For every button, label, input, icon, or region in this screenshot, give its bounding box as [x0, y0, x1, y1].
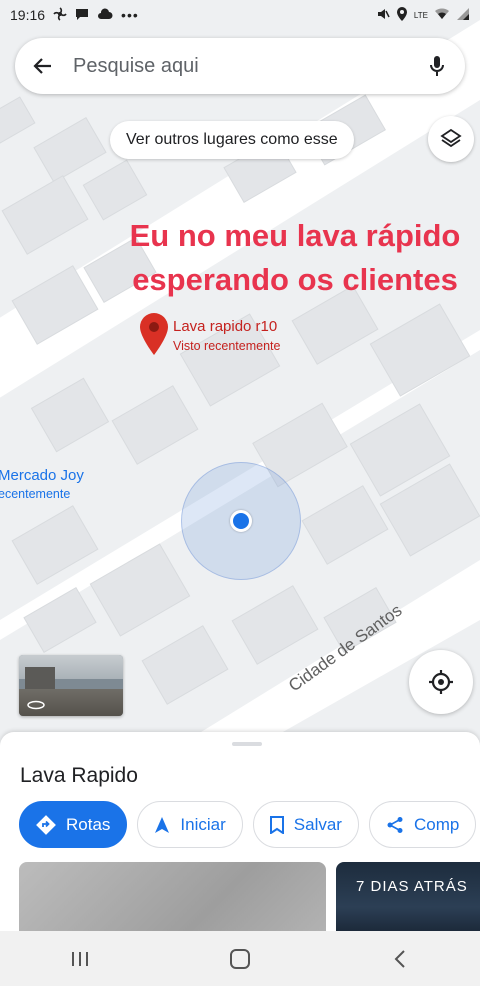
crosshair-icon — [429, 670, 453, 694]
status-bar: 19:16 ••• LTE — [0, 0, 480, 30]
save-button[interactable]: Salvar — [252, 801, 359, 848]
map-canvas[interactable] — [0, 0, 480, 745]
recent-apps-icon[interactable] — [50, 939, 110, 979]
back-arrow-icon[interactable] — [31, 54, 55, 78]
system-navigation-bar — [0, 931, 480, 986]
caption-line-1: Eu no meu lava rápido — [129, 218, 461, 253]
save-label: Salvar — [293, 814, 342, 834]
my-location-button[interactable] — [409, 650, 473, 714]
pin-subtitle: Visto recentemente — [173, 339, 281, 353]
rotate-360-icon — [27, 700, 45, 710]
start-label: Iniciar — [180, 814, 226, 834]
my-location-dot[interactable] — [230, 510, 252, 532]
bookmark-icon — [269, 815, 284, 834]
microphone-icon[interactable] — [425, 54, 449, 78]
overlay-caption: Eu no meu lava rápido esperando os clien… — [110, 214, 480, 302]
search-bar[interactable]: Pesquise aqui — [15, 38, 465, 94]
layers-icon — [440, 128, 462, 148]
poi-sublabel: ecentemente — [0, 487, 71, 501]
place-photo-recent[interactable]: 7 DIAS ATRÁS — [336, 862, 480, 937]
poi-label[interactable]: Mercado Joy — [0, 467, 84, 484]
photo-age-badge: 7 DIAS ATRÁS — [356, 878, 468, 895]
home-icon[interactable] — [210, 939, 270, 979]
place-title: Lava Rapido — [20, 764, 138, 787]
photo-strip[interactable]: 7 DIAS ATRÁS — [19, 862, 480, 937]
map-background — [0, 0, 480, 745]
place-pin-icon[interactable] — [139, 312, 169, 356]
status-time: 19:16 — [10, 7, 46, 23]
place-bottom-sheet[interactable]: Lava Rapido Rotas Iniciar Salvar Comp 7 … — [0, 732, 480, 937]
volte-indicator: LTE — [413, 10, 428, 20]
directions-icon — [36, 814, 56, 835]
place-photo[interactable] — [19, 862, 326, 937]
more-notifications-icon: ••• — [121, 7, 139, 23]
layers-button[interactable] — [428, 116, 474, 162]
street-view-thumbnail[interactable] — [19, 655, 123, 716]
sheet-drag-handle[interactable] — [232, 742, 262, 746]
share-label: Comp — [413, 814, 460, 834]
share-icon — [387, 816, 403, 833]
see-more-places-chip[interactable]: Ver outros lugares como esse — [110, 121, 354, 159]
caption-line-2: esperando os clientes — [132, 262, 458, 297]
start-button[interactable]: Iniciar — [137, 801, 243, 848]
navigation-arrow-icon — [155, 816, 170, 833]
back-icon[interactable] — [370, 939, 430, 979]
action-buttons: Rotas Iniciar Salvar Comp — [19, 801, 477, 848]
directions-button[interactable]: Rotas — [19, 801, 128, 848]
message-icon — [75, 7, 89, 24]
search-input[interactable]: Pesquise aqui — [73, 55, 425, 78]
cloud-icon — [97, 7, 113, 23]
location-icon — [396, 6, 408, 24]
pin-title[interactable]: Lava rapido r10 — [173, 318, 277, 335]
fan-icon — [53, 6, 67, 24]
share-button[interactable]: Comp — [368, 801, 477, 848]
wifi-icon — [434, 7, 450, 23]
directions-label: Rotas — [66, 814, 111, 834]
signal-icon — [456, 7, 470, 23]
mute-icon — [376, 7, 390, 24]
